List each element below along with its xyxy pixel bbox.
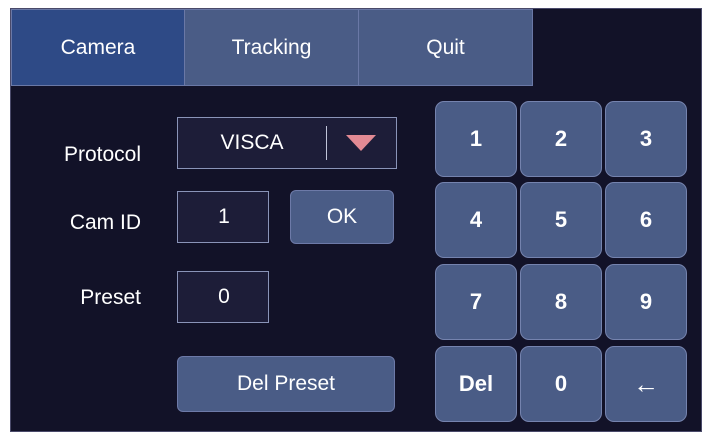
key-9[interactable]: 9 — [605, 264, 687, 340]
tab-quit[interactable]: Quit — [358, 9, 533, 86]
del-preset-button[interactable]: Del Preset — [177, 356, 395, 412]
protocol-value: VISCA — [220, 131, 284, 154]
tab-camera-label: Camera — [60, 35, 136, 59]
camid-field[interactable]: 1 — [177, 191, 269, 243]
key-4[interactable]: 4 — [435, 182, 517, 258]
key-del[interactable]: Del — [435, 346, 517, 422]
dropdown-divider — [326, 126, 327, 160]
key-8[interactable]: 8 — [520, 264, 602, 340]
tab-tracking[interactable]: Tracking — [184, 9, 359, 86]
key-0[interactable]: 0 — [520, 346, 602, 422]
preset-value: 0 — [218, 285, 230, 308]
key-7[interactable]: 7 — [435, 264, 517, 340]
triangle-down-icon — [346, 135, 376, 151]
tab-quit-label: Quit — [426, 35, 465, 59]
key-6[interactable]: 6 — [605, 182, 687, 258]
ok-button[interactable]: OK — [290, 190, 394, 244]
ok-button-label: OK — [326, 205, 358, 228]
tab-tracking-label: Tracking — [231, 35, 312, 59]
key-3[interactable]: 3 — [605, 101, 687, 177]
protocol-dropdown[interactable]: VISCA — [177, 117, 397, 169]
del-preset-button-label: Del Preset — [236, 372, 336, 395]
key-1[interactable]: 1 — [435, 101, 517, 177]
backspace-arrow-icon[interactable]: ← — [605, 346, 687, 422]
camid-value: 1 — [218, 205, 230, 228]
preset-label: Preset — [80, 286, 141, 309]
camera-control-screen: Camera Tracking Quit Protocol VISCA Cam … — [10, 8, 702, 432]
tab-camera[interactable]: Camera — [11, 9, 185, 86]
key-5[interactable]: 5 — [520, 182, 602, 258]
protocol-label: Protocol — [63, 143, 141, 166]
camid-label: Cam ID — [69, 211, 141, 234]
preset-field[interactable]: 0 — [177, 271, 269, 323]
key-2[interactable]: 2 — [520, 101, 602, 177]
